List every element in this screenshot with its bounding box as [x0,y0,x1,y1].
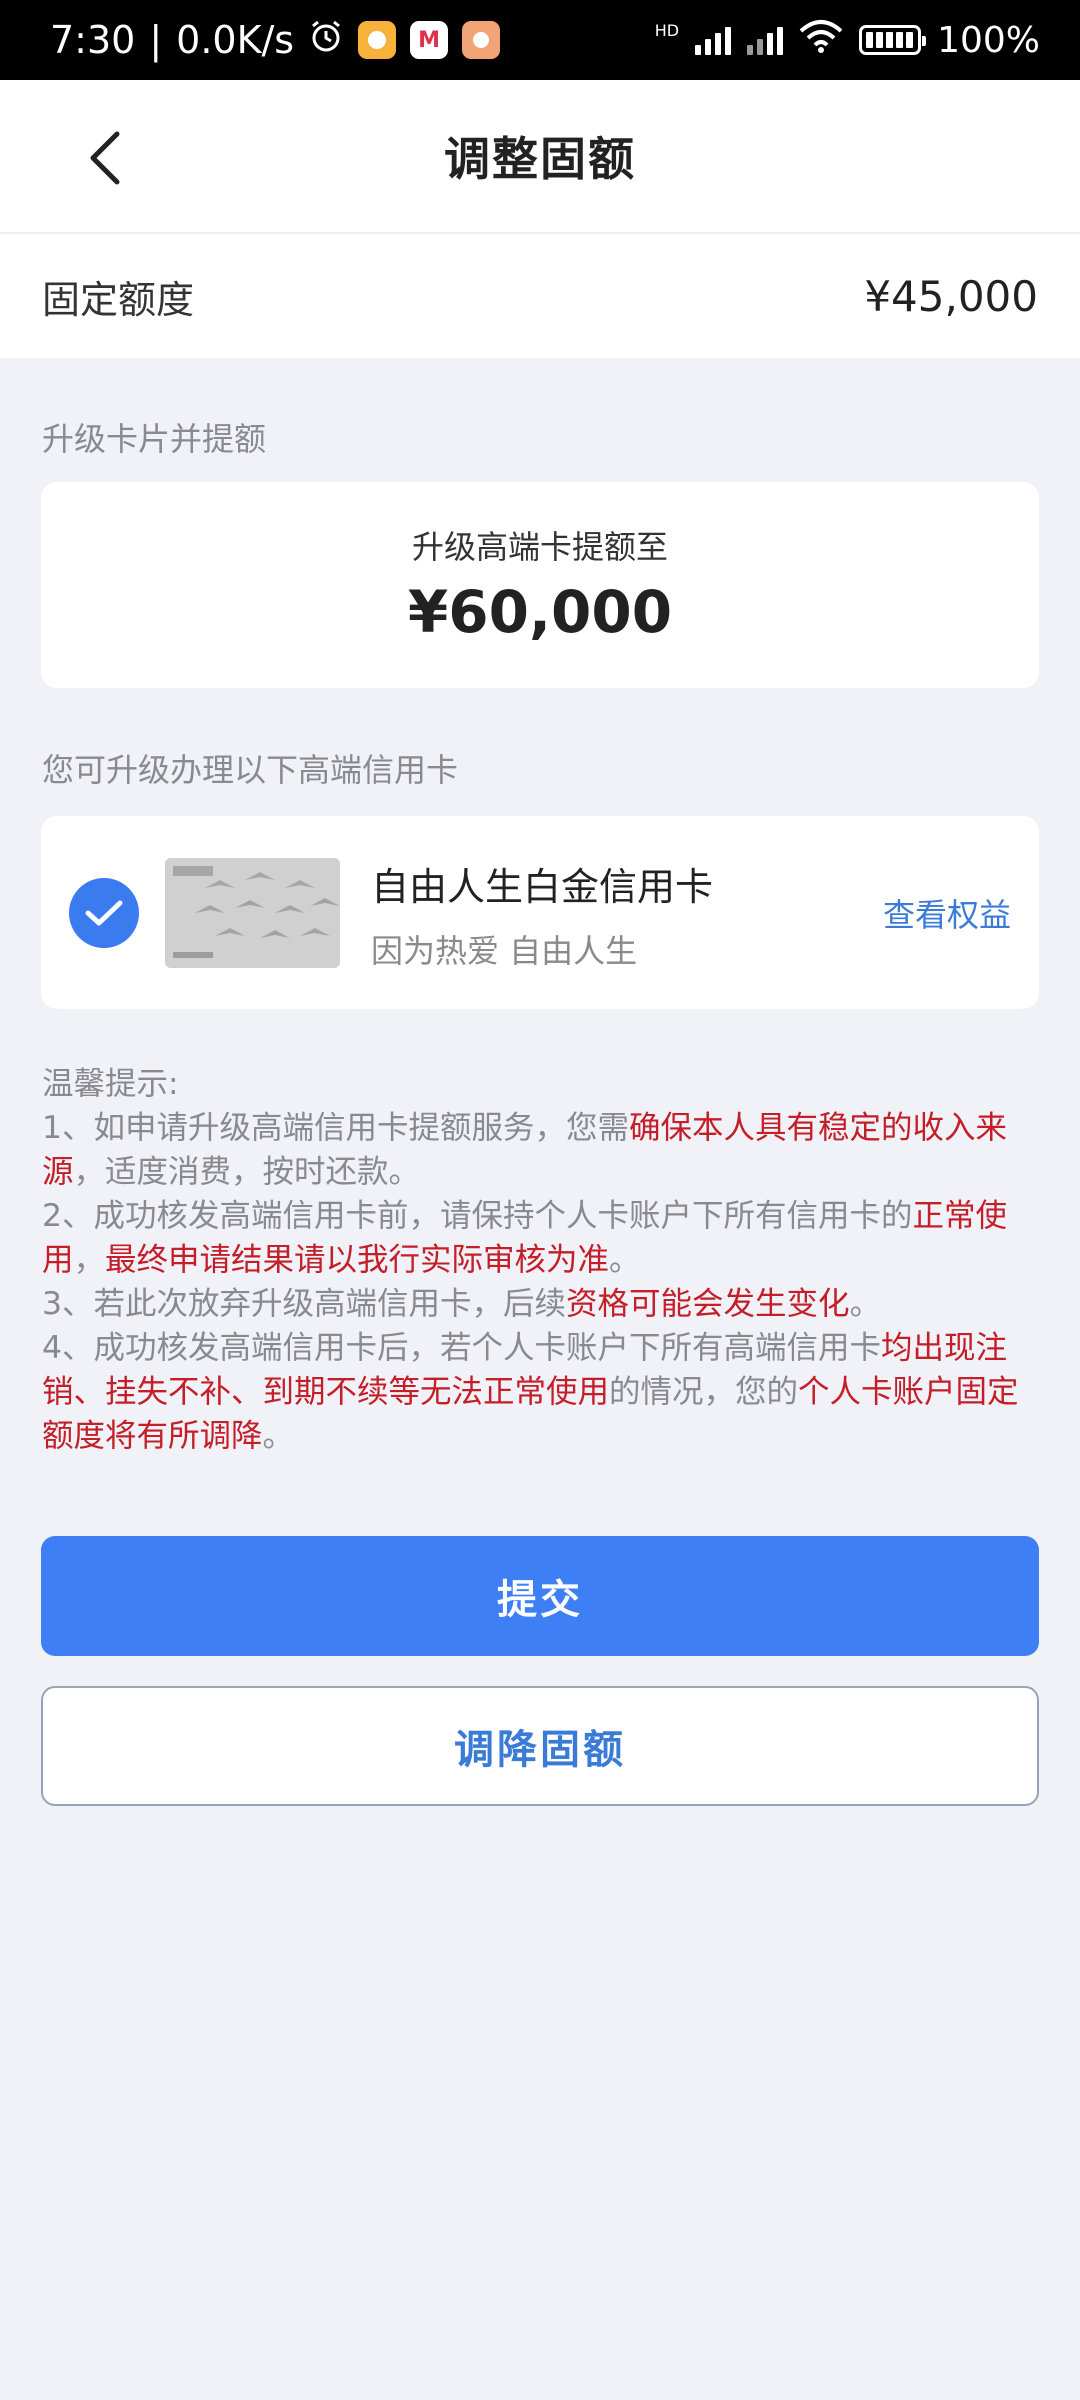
card-slogan: 因为热爱 自由人生 [371,932,638,970]
credit-card-image [165,858,340,968]
signal-icon [695,25,732,55]
reduce-limit-button[interactable]: 调降固额 [41,1686,1039,1806]
tip-text: 1、如申请升级高端信用卡提额服务，您需 [42,1110,630,1146]
rabbit-app-icon [462,21,501,59]
alarm-icon [308,18,344,63]
hd-label: HD [654,20,680,40]
tip-text: 。 [609,1242,641,1278]
upgrade-amount: ¥60,000 [407,578,673,646]
upgrade-amount-card: 升级高端卡提额至 ¥60,000 [41,482,1039,688]
status-left: 7:30 | 0.0K/s M [50,18,501,63]
tip-text: 。 [262,1418,295,1454]
battery-icon [859,25,927,55]
tip-text: ，适度消费，按时还款。 [73,1154,421,1190]
signal-2-icon [747,25,784,55]
tip-3: 3、若此次放弃升级高端信用卡，后续资格可能会发生变化。 [42,1282,1042,1326]
upgrade-section-label: 升级卡片并提额 [42,420,267,458]
nav-header: 调整固额 [0,80,1080,233]
tip-text: ， [73,1242,106,1278]
tip-highlight: 最终申请结果请以我行实际审核为准 [105,1242,610,1278]
tip-highlight: 资格可能会发生变化 [566,1286,850,1322]
cards-section-label: 您可升级办理以下高端信用卡 [42,751,459,789]
submit-button[interactable]: 提交 [41,1536,1039,1656]
chevron-left-icon [90,131,120,185]
tip-2: 2、成功核发高端信用卡前，请保持个人卡账户下所有信用卡的正常使用，最终申请结果请… [42,1194,1042,1282]
tip-text: 。 [849,1286,882,1322]
tips-title: 温馨提示: [42,1066,179,1102]
checkmark-icon[interactable] [69,878,139,948]
status-bar: 7:30 | 0.0K/s M HD 100% [0,0,1080,80]
back-button[interactable] [70,120,140,196]
tip-1: 1、如申请升级高端信用卡提额服务，您需确保本人具有稳定的收入来源，适度消费，按时… [42,1106,1042,1194]
fixed-limit-row: 固定额度 ¥45,000 [0,234,1080,358]
card-option[interactable]: 自由人生白金信用卡 因为热爱 自由人生 查看权益 [41,816,1039,1009]
page-title: 调整固额 [444,132,636,186]
tip-text: 2、成功核发高端信用卡前，请保持个人卡账户下所有信用卡的 [42,1198,913,1234]
tip-text: 4、成功核发高端信用卡后，若个人卡账户下所有高端信用卡 [42,1330,882,1366]
tips-section: 温馨提示: 1、如申请升级高端信用卡提额服务，您需确保本人具有稳定的收入来源，适… [42,1062,1042,1458]
status-right: HD 100% [655,19,1040,62]
fixed-limit-label: 固定额度 [42,277,195,322]
status-divider: | [149,18,163,62]
fixed-limit-value: ¥45,000 [864,271,1038,321]
m-app-icon: M [410,21,449,59]
tip-text: 3、若此次放弃升级高端信用卡，后续 [42,1286,567,1322]
card-name: 自由人生白金信用卡 [371,865,714,909]
status-time: 7:30 [50,18,136,62]
tip-4: 4、成功核发高端信用卡后，若个人卡账户下所有高端信用卡均出现注销、挂失不补、到期… [42,1326,1042,1458]
wifi-icon [799,19,843,62]
tip-text: 的情况，您的 [609,1374,799,1410]
app-notification-icon [358,21,397,59]
view-benefits-link[interactable]: 查看权益 [883,890,1011,936]
network-speed: 0.0K/s [176,18,295,62]
upgrade-subtitle: 升级高端卡提额至 [411,528,668,566]
battery-percent: 100% [937,19,1040,61]
